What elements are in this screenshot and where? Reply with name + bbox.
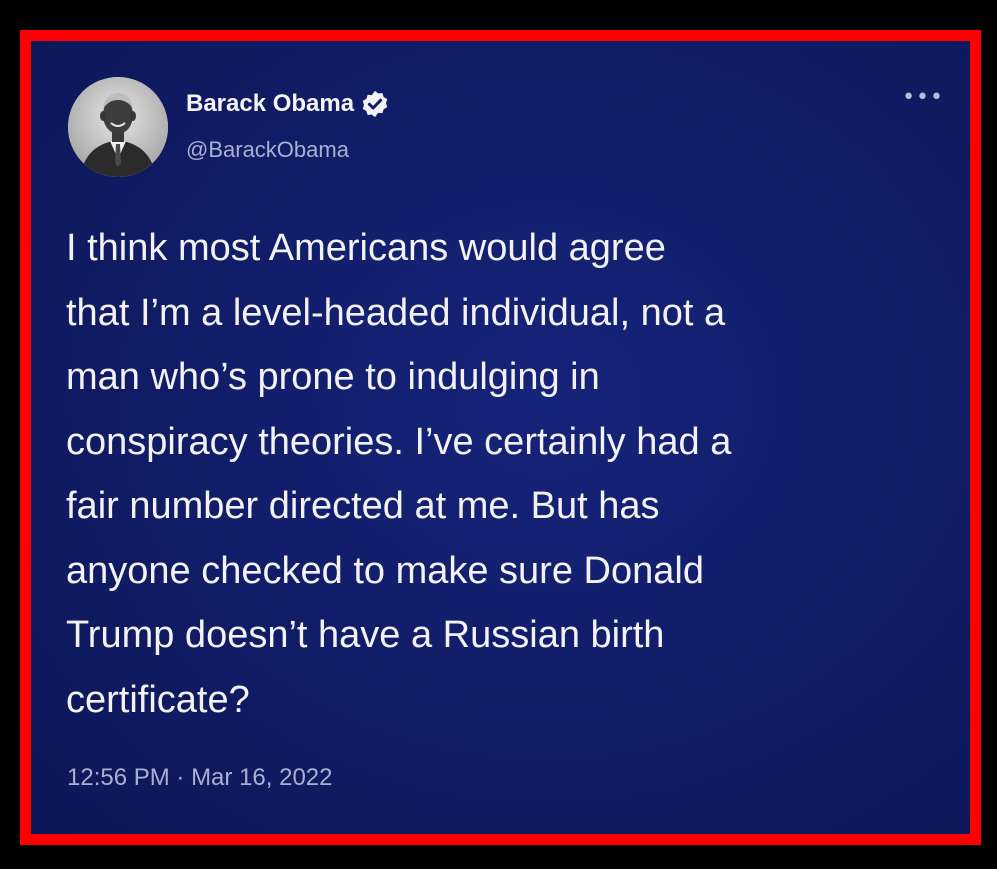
author-name-row[interactable]: Barack Obama	[186, 89, 390, 119]
avatar[interactable]	[68, 77, 168, 177]
tweet-time[interactable]: 12:56 PM	[67, 764, 170, 791]
tweet-line: I think most Americans would agree	[66, 227, 666, 269]
tweet-text: I think most Americans would agree that …	[66, 216, 946, 732]
more-options-icon[interactable]: •••	[902, 85, 944, 110]
tweet-line: anyone checked to make sure Donald	[66, 549, 704, 592]
tweet-line: man who’s prone to indulging in	[66, 356, 600, 398]
tweet-card: Barack Obama @BarackObama ••• I think mo…	[31, 41, 970, 834]
tweet-date[interactable]: Mar 16, 2022	[191, 764, 332, 791]
verified-badge-icon	[362, 90, 388, 118]
tweet-line: certificate?	[66, 678, 250, 721]
tweet-line: that I’m a level-headed individual, not …	[66, 291, 726, 334]
avatar-photo	[68, 77, 168, 177]
tweet-line: Trump doesn’t have a Russian birth	[66, 614, 665, 656]
tweet-timestamp[interactable]: 12:56 PM · Mar 16, 2022	[67, 764, 332, 792]
author-handle[interactable]: @BarackObama	[186, 137, 349, 163]
image-backdrop: Barack Obama @BarackObama ••• I think mo…	[0, 0, 997, 869]
tweet-line: fair number directed at me. But has	[66, 485, 660, 527]
red-frame-border: Barack Obama @BarackObama ••• I think mo…	[20, 30, 981, 845]
tweet-line: conspiracy theories. I’ve certainly had …	[66, 420, 732, 463]
timestamp-separator: ·	[169, 764, 192, 791]
author-name[interactable]: Barack Obama	[186, 90, 354, 118]
